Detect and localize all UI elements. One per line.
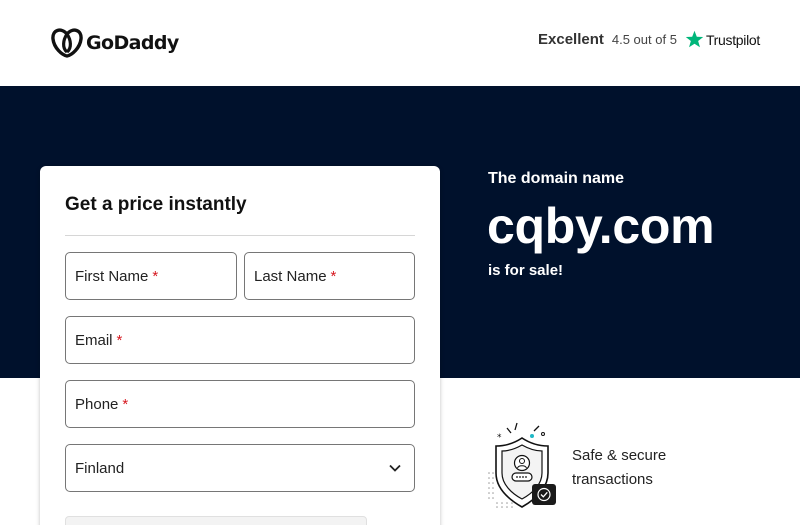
godaddy-logo[interactable]: GoDaddy: [51, 28, 179, 58]
form-divider: [65, 235, 415, 236]
trustpilot-star-icon: [685, 30, 704, 48]
last-name-label: Last Name: [254, 267, 327, 285]
safe-line-1: Safe & secure: [572, 447, 667, 464]
godaddy-logo-icon: [51, 28, 83, 58]
rating-score: 4.5 out of 5: [611, 32, 677, 47]
brand-name: GoDaddy: [86, 32, 179, 54]
price-form-card: Get a price instantly First Name * Last N…: [40, 166, 440, 525]
chevron-down-icon: [389, 464, 401, 472]
required-marker: *: [330, 267, 337, 285]
svg-text:*: *: [497, 433, 502, 443]
required-marker: *: [152, 267, 159, 285]
form-title: Get a price instantly: [65, 194, 247, 215]
submit-button[interactable]: [65, 516, 367, 525]
country-select[interactable]: Finland: [65, 444, 415, 492]
top-header: GoDaddy Excellent 4.5 out of 5 Trustpilo…: [0, 0, 800, 86]
safe-secure-text: Safe & secure transactions: [572, 444, 666, 492]
shield-lock-icon: *: [488, 422, 556, 508]
rating-word: Excellent: [538, 31, 604, 48]
trustpilot-rating[interactable]: Excellent 4.5 out of 5 Trustpilot: [538, 30, 760, 49]
trustpilot-badge: Trustpilot: [685, 30, 760, 49]
phone-field[interactable]: Phone *: [65, 380, 415, 428]
first-name-field[interactable]: First Name *: [65, 252, 237, 300]
domain-name-heading: cqby.com: [487, 198, 715, 254]
safe-line-2: transactions: [572, 471, 653, 488]
last-name-field[interactable]: Last Name *: [244, 252, 415, 300]
hero-post-text: is for sale!: [488, 262, 564, 279]
required-marker: *: [122, 395, 129, 413]
country-value: Finland: [75, 459, 125, 477]
email-field[interactable]: Email *: [65, 316, 415, 364]
page: GoDaddy Excellent 4.5 out of 5 Trustpilo…: [0, 0, 800, 525]
phone-label: Phone: [75, 395, 119, 413]
email-label: Email: [75, 331, 113, 349]
first-name-label: First Name: [75, 267, 149, 285]
required-marker: *: [116, 331, 123, 349]
trustpilot-label: Trustpilot: [705, 31, 760, 48]
hero-pre-text: The domain name: [488, 170, 625, 187]
